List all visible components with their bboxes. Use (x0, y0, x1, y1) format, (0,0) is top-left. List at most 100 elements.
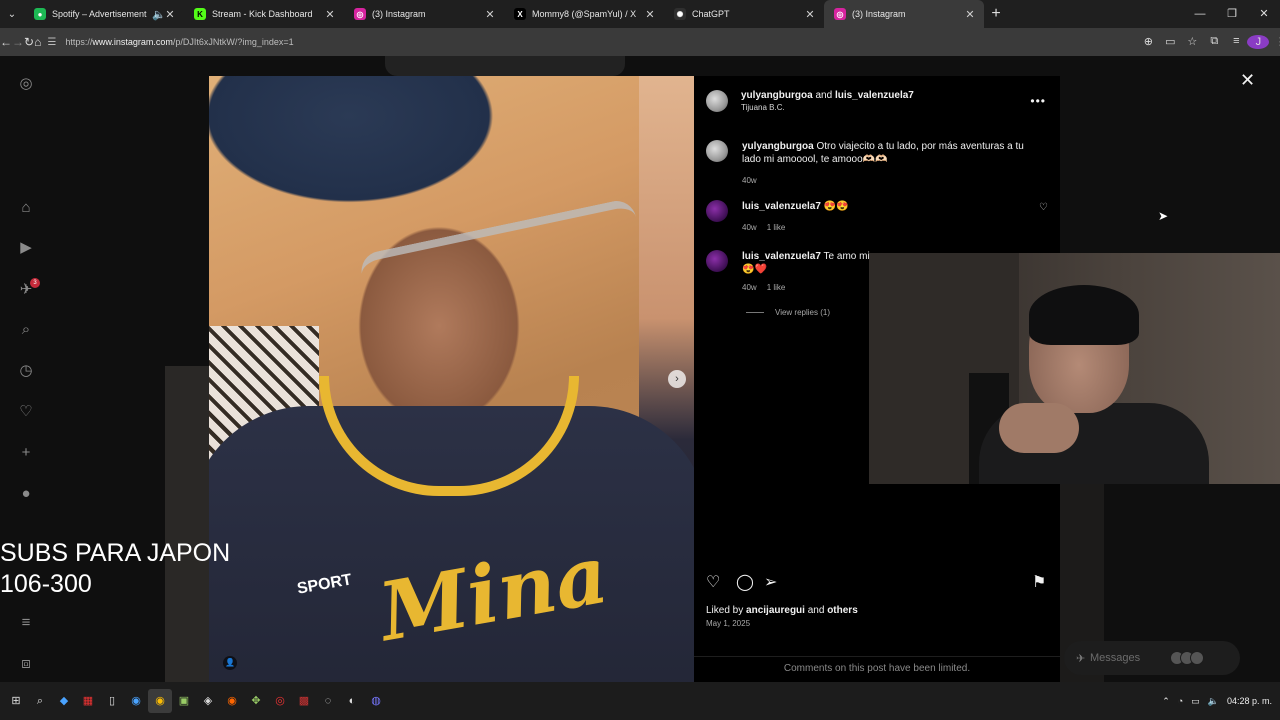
next-image-button[interactable]: › (668, 370, 686, 388)
close-tab-icon[interactable]: ✕ (164, 8, 176, 21)
search-icon[interactable]: ⌕ (28, 689, 52, 713)
liked-by-user[interactable]: ancijauregui (746, 605, 805, 616)
profile-avatar-icon[interactable]: ● (16, 484, 36, 504)
taskbar-app-icon[interactable]: ◈ (196, 689, 220, 713)
profile-avatar[interactable]: J (1247, 35, 1270, 49)
close-tab-icon[interactable]: ✕ (964, 8, 976, 21)
like-heart-icon[interactable]: ♡ (706, 572, 720, 592)
notifications-heart-icon[interactable]: ♡ (16, 402, 36, 422)
also-from-meta-icon[interactable]: ⧈ (16, 654, 36, 674)
taskbar-app-icon[interactable]: ◉ (220, 689, 244, 713)
comment-likes[interactable]: 1 like (767, 223, 786, 232)
tab-instagram-1[interactable]: ◎ (3) Instagram ✕ (344, 0, 504, 28)
audio-icon[interactable]: 🔈 (152, 8, 166, 21)
notification-badge: 3 (30, 278, 40, 288)
comment-likes[interactable]: 1 like (767, 283, 786, 292)
home-icon[interactable]: ⌂ (34, 35, 41, 49)
bookmark-star-icon[interactable]: ☆ (1181, 35, 1203, 49)
commenter-avatar[interactable] (706, 200, 728, 222)
taskbar-app-icon[interactable]: ◎ (268, 689, 292, 713)
back-icon[interactable]: ← (0, 35, 12, 49)
taskbar-app-icon[interactable]: ◆ (52, 689, 76, 713)
address-bar[interactable]: ☰ https://www.instagram.com/p/DJIt6xJNtk… (47, 31, 1057, 53)
tab-search-icon[interactable]: ⌄ (0, 9, 24, 20)
comment-item: luis_valenzuela7 😍😍 40w 1 like ♡ (706, 200, 1056, 234)
toolbar-icons: ⊕ ▭ ☆ ⧉ ≡ J ⋮ (1137, 35, 1280, 49)
close-tab-icon[interactable]: ✕ (804, 8, 816, 21)
minimize-icon[interactable]: — (1184, 0, 1216, 28)
start-icon[interactable]: ⊞ (4, 689, 28, 713)
reload-icon[interactable]: ↻ (24, 35, 34, 49)
taskbar-app-icon[interactable]: ◉ (124, 689, 148, 713)
spotify-icon: ● (34, 8, 46, 20)
url-path: /p/DJIt6xJNtkW/?img_index=1 (172, 37, 294, 47)
x-logo-icon: X (514, 8, 526, 20)
liked-by-others[interactable]: others (827, 605, 858, 616)
close-modal-icon[interactable]: ✕ (1240, 70, 1255, 91)
taskbar-app-icon[interactable]: ▦ (76, 689, 100, 713)
comment-icon[interactable]: ◯ (736, 572, 754, 592)
tab-spotify[interactable]: ● Spotify – Advertisement 🔈 ✕ (24, 0, 184, 28)
chatgpt-icon: ✺ (674, 8, 686, 20)
background-feed-post (385, 56, 625, 76)
commenter-avatar[interactable] (706, 250, 728, 272)
explore-icon[interactable]: ◷ (16, 361, 36, 381)
menu-icon[interactable]: ⋮ (1269, 35, 1280, 49)
comment-username[interactable]: luis_valenzuela7 (742, 251, 821, 262)
chrome-taskbar-icon[interactable]: ◉ (148, 689, 172, 713)
taskbar-app-icon[interactable]: ▩ (292, 689, 316, 713)
reels-icon[interactable]: ▶ (16, 238, 36, 258)
post-location[interactable]: Tijuana B.C. (741, 103, 914, 112)
post-photo[interactable]: Mina SPORT › 👤 (209, 76, 694, 682)
close-window-icon[interactable]: ✕ (1248, 0, 1280, 28)
view-replies-button[interactable]: View replies (1) (746, 308, 830, 317)
tab-chatgpt[interactable]: ✺ ChatGPT ✕ (664, 0, 824, 28)
author-avatar[interactable] (706, 140, 728, 162)
author-username[interactable]: yulyangburgoa (741, 90, 813, 101)
forward-icon[interactable]: → (12, 35, 24, 49)
taskbar-app-icon[interactable]: ◐ (340, 689, 364, 713)
author-avatar[interactable] (706, 90, 728, 112)
close-tab-icon[interactable]: ✕ (324, 8, 336, 21)
clock[interactable]: 04:28 p. m. (1227, 696, 1272, 706)
tab-instagram-active[interactable]: ◎ (3) Instagram ✕ (824, 0, 984, 28)
close-tab-icon[interactable]: ✕ (484, 8, 496, 21)
save-bookmark-icon[interactable]: ⚑ (1032, 572, 1046, 592)
share-icon[interactable]: ➢ (764, 572, 777, 592)
overlay-line1: SUBS PARA JAPON (0, 539, 231, 567)
site-info-icon[interactable]: ☰ (47, 37, 65, 48)
tagged-user-icon[interactable]: 👤 (223, 656, 237, 670)
comment-text: 😍😍 (823, 201, 849, 212)
taskbar-app-icon[interactable]: ▣ (172, 689, 196, 713)
tab-x[interactable]: X Mommy8 (@SpamYul) / X ✕ (504, 0, 664, 28)
taskbar-app-icon[interactable]: ◍ (364, 689, 388, 713)
new-tab-icon[interactable]: + (984, 5, 1008, 23)
create-icon[interactable]: + (16, 443, 36, 463)
like-comment-heart-icon[interactable]: ♡ (1039, 202, 1048, 213)
tray-app-icon[interactable]: ◔ (1178, 696, 1183, 706)
coauthor-username[interactable]: luis_valenzuela7 (835, 90, 914, 101)
instagram-logo-icon[interactable]: ◎ (16, 74, 36, 94)
comment-username[interactable]: yulyangburgoa (742, 141, 814, 152)
volume-icon[interactable]: 🔈 (1208, 696, 1219, 707)
taskbar-app-icon[interactable]: ◌ (316, 689, 340, 713)
post-date[interactable]: May 1, 2025 (706, 619, 750, 628)
network-icon[interactable]: ▭ (1191, 696, 1200, 707)
more-options-icon[interactable]: ••• (1030, 94, 1046, 108)
extensions-icon[interactable]: ⧉ (1203, 35, 1225, 49)
taskbar-app-icon[interactable]: ✥ (244, 689, 268, 713)
zoom-icon[interactable]: ⊕ (1137, 35, 1159, 49)
cast-icon[interactable]: ▭ (1159, 35, 1181, 49)
home-nav-icon[interactable]: ⌂ (16, 198, 36, 218)
comment-username[interactable]: luis_valenzuela7 (742, 201, 821, 212)
taskbar-app-icon[interactable]: ▯ (100, 689, 124, 713)
close-tab-icon[interactable]: ✕ (644, 8, 656, 21)
kick-icon: K (194, 8, 206, 20)
search-icon[interactable]: ⌕ (16, 320, 36, 340)
tab-kick[interactable]: K Stream - Kick Dashboard ✕ (184, 0, 344, 28)
tray-chevron-icon[interactable]: ⌃ (1162, 696, 1170, 707)
messages-floating-button[interactable]: ✈ Messages (1064, 641, 1240, 675)
more-menu-icon[interactable]: ≡ (16, 613, 36, 633)
restore-icon[interactable]: ❐ (1216, 0, 1248, 28)
media-control-icon[interactable]: ≡ (1225, 35, 1247, 49)
